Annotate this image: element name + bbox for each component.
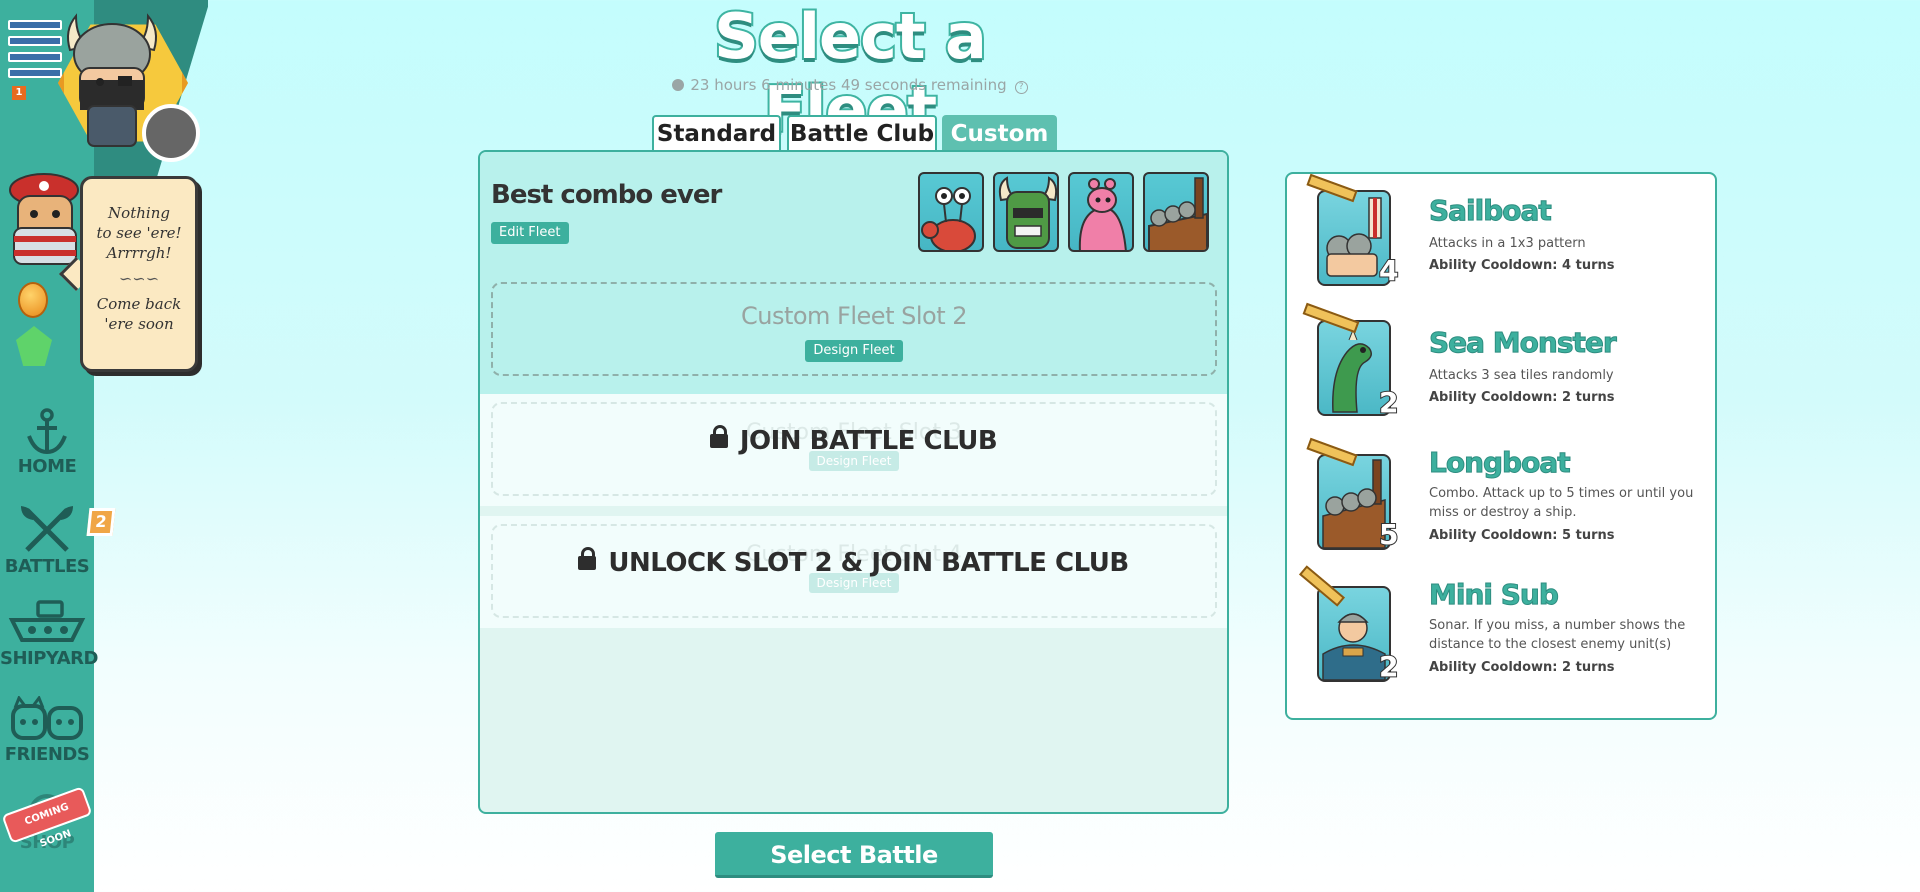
unit-card-green-viking[interactable] bbox=[993, 172, 1059, 252]
ship-level: 2 bbox=[1378, 385, 1400, 420]
bubble-line: Arrrrgh! bbox=[106, 244, 172, 262]
lock-label-text: UNLOCK SLOT 2 & JOIN BATTLE CLUB bbox=[608, 548, 1129, 578]
fleet-slot-4-locked[interactable]: Custom Fleet Slot 4 Design Fleet UNLOCK … bbox=[480, 516, 1227, 628]
tab-battle-club[interactable]: Battle Club bbox=[787, 115, 937, 153]
bubble-line: to see 'ere! bbox=[96, 224, 182, 242]
ship-name: Longboat bbox=[1429, 446, 1572, 480]
bubble-line: Nothing bbox=[108, 204, 170, 222]
ship-icon bbox=[8, 600, 86, 642]
ship-name: Sailboat bbox=[1429, 194, 1553, 228]
player-profile[interactable]: 1 bbox=[0, 0, 200, 162]
green-viking-unit-icon bbox=[998, 176, 1057, 249]
longboat-unit-icon bbox=[1148, 177, 1207, 250]
ship-name: Sea Monster bbox=[1429, 326, 1618, 360]
nav-home[interactable]: HOME bbox=[0, 408, 94, 477]
anchor-icon bbox=[27, 408, 67, 454]
crossed-axes-icon bbox=[21, 506, 73, 552]
fleet-name: Best combo ever bbox=[491, 180, 722, 210]
rank-number: 1 bbox=[12, 86, 26, 100]
join-battle-club-label[interactable]: JOIN BATTLE CLUB bbox=[480, 425, 1227, 456]
select-battle-attacker-button[interactable]: Select Battle Attacker bbox=[715, 832, 993, 892]
swirl-ornament-icon: ∽∽∽ bbox=[118, 269, 160, 288]
tab-standard[interactable]: Standard bbox=[652, 115, 781, 153]
friends-icon bbox=[11, 696, 83, 740]
lock-icon bbox=[709, 425, 728, 448]
unit-card-pink-creature[interactable] bbox=[1068, 172, 1134, 252]
unit-card-longboat[interactable] bbox=[1143, 172, 1209, 252]
nav-friends-label: FRIENDS bbox=[4, 744, 90, 765]
ship-level: 2 bbox=[1378, 649, 1400, 684]
ship-row-sailboat: 4 Sailboat Attacks in a 1x3 pattern Abil… bbox=[1287, 173, 1715, 304]
slot-2-title: Custom Fleet Slot 2 bbox=[740, 302, 968, 330]
ship-description: Combo. Attack up to 5 times or until you… bbox=[1429, 486, 1694, 520]
ship-cooldown: Ability Cooldown: 2 turns bbox=[1429, 390, 1615, 405]
ship-row-sea-monster: 2 Sea Monster Attacks 3 sea tiles random… bbox=[1287, 302, 1715, 436]
ship-level: 4 bbox=[1378, 253, 1400, 288]
friend-avatar[interactable] bbox=[142, 104, 200, 162]
bubble-line: 'ere soon bbox=[104, 315, 174, 333]
battles-count-badge: 2 bbox=[86, 508, 116, 536]
fleet-list-panel: Best combo ever Edit Fleet Custom Fleet … bbox=[478, 150, 1229, 814]
clock-icon bbox=[672, 79, 685, 91]
coin-icon[interactable] bbox=[18, 282, 48, 318]
nav-shipyard[interactable]: SHIPYARD bbox=[0, 600, 98, 669]
nav-battles[interactable]: BATTLES bbox=[0, 504, 94, 577]
ship-cooldown: Ability Cooldown: 2 turns bbox=[1429, 660, 1615, 675]
pirate-mascot bbox=[9, 173, 79, 265]
ship-description: Attacks 3 sea tiles randomly bbox=[1429, 368, 1614, 383]
pink-sea-creature-unit-icon bbox=[1078, 178, 1127, 250]
design-fleet-button[interactable]: Design Fleet bbox=[805, 340, 903, 362]
tab-custom[interactable]: Custom bbox=[942, 115, 1057, 153]
fleet-slot-2[interactable]: Custom Fleet Slot 2 Design Fleet bbox=[491, 282, 1217, 376]
edit-fleet-button[interactable]: Edit Fleet bbox=[491, 222, 569, 244]
ship-description: Sonar. If you miss, a number shows the d… bbox=[1429, 618, 1686, 652]
ship-description: Attacks in a 1x3 pattern bbox=[1429, 236, 1586, 251]
lock-icon bbox=[578, 547, 597, 570]
bubble-line: Come back bbox=[96, 295, 182, 313]
nav-home-label: HOME bbox=[17, 456, 77, 477]
unlock-slot-label[interactable]: UNLOCK SLOT 2 & JOIN BATTLE CLUB bbox=[480, 547, 1227, 578]
ship-cooldown: Ability Cooldown: 4 turns bbox=[1429, 258, 1615, 273]
lock-label-text: JOIN BATTLE CLUB bbox=[739, 426, 998, 456]
nav-shipyard-label: SHIPYARD bbox=[0, 648, 98, 669]
timer-text: 23 hours 6 minutes 49 seconds remaining bbox=[690, 76, 1007, 94]
ship-cooldown: Ability Cooldown: 5 turns bbox=[1429, 528, 1615, 543]
nav-friends[interactable]: FRIENDS bbox=[0, 696, 94, 765]
ship-level: 5 bbox=[1378, 517, 1400, 552]
crab-unit-icon bbox=[921, 187, 976, 250]
fleet-detail-panel: 4 Sailboat Attacks in a 1x3 pattern Abil… bbox=[1285, 172, 1717, 720]
nav-battles-label: BATTLES bbox=[4, 556, 90, 577]
ship-row-longboat: 5 Longboat Combo. Attack up to 5 times o… bbox=[1287, 437, 1715, 568]
fleet-slot-3-locked[interactable]: Custom Fleet Slot 3 Design Fleet JOIN BA… bbox=[480, 394, 1227, 506]
ship-row-mini-sub: 2 Mini Sub Sonar. If you miss, a number … bbox=[1287, 565, 1715, 700]
countdown-timer: 23 hours 6 minutes 49 seconds remaining? bbox=[640, 76, 1060, 94]
speech-bubble: Nothing to see 'ere! Arrrrgh! ∽∽∽ Come b… bbox=[80, 176, 198, 372]
unit-card-crab[interactable] bbox=[918, 172, 984, 252]
help-icon[interactable]: ? bbox=[1014, 81, 1028, 94]
ship-name: Mini Sub bbox=[1429, 578, 1560, 612]
